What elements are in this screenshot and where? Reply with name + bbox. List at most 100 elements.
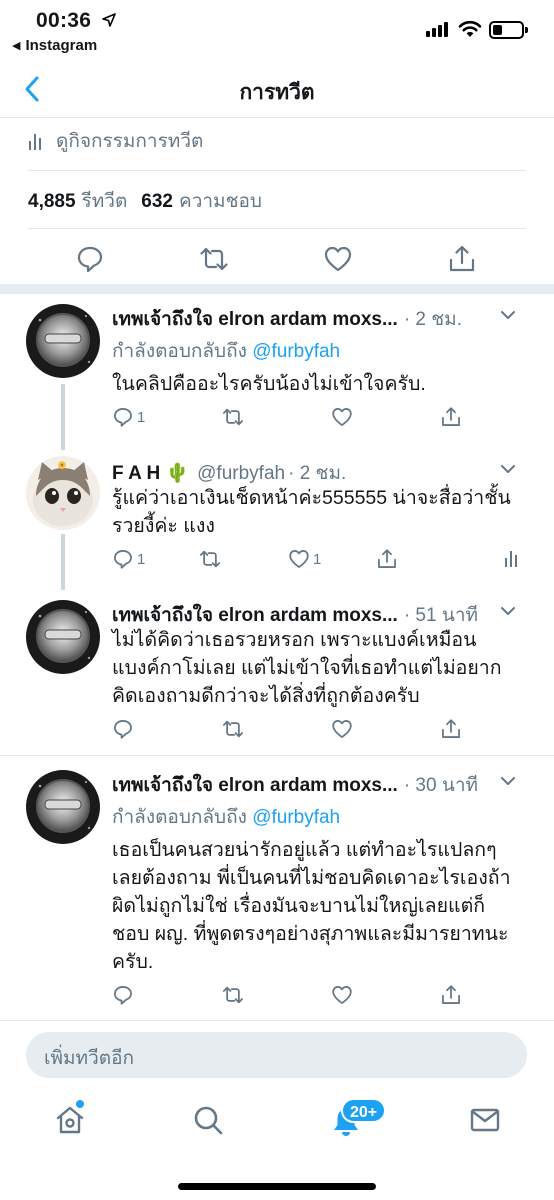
like-button[interactable]	[331, 406, 356, 428]
reply-button[interactable]	[112, 984, 134, 1006]
retweet-button[interactable]	[221, 718, 245, 740]
avatar-image	[26, 304, 100, 378]
divider	[28, 228, 526, 229]
tweet-actions	[112, 984, 542, 1010]
share-icon	[442, 985, 460, 1004]
notifications-badge: 20+	[341, 1098, 387, 1123]
author-name[interactable]: เทพเจ้าถึงใจ elron ardam moxs...	[112, 770, 398, 800]
replying-to-label: กำลังตอบกลับถึง	[112, 341, 247, 362]
status-bar: 00:36 ◀ Instagram	[0, 0, 554, 60]
retweets-label[interactable]: รีทวีต	[82, 186, 128, 216]
tweet-time: · 2 ชม.	[403, 309, 462, 330]
share-button[interactable]	[440, 984, 462, 1006]
avatar[interactable]	[26, 770, 100, 844]
reply-button[interactable]: 1	[112, 406, 145, 428]
likes-label[interactable]: ความชอบ	[179, 186, 262, 216]
divider	[28, 170, 526, 171]
reply-tweet[interactable]: เทพเจ้าถึงใจ elron ardam moxs... · 2 ชม.…	[0, 294, 554, 450]
tweet-stats: 4,885 รีทวีต 632 ความชอบ	[28, 186, 276, 216]
retweet-button[interactable]	[221, 984, 245, 1006]
author-name[interactable]: เทพเจ้าถึงใจ elron ardam moxs...	[112, 304, 398, 334]
avatar[interactable]	[26, 600, 100, 674]
like-icon	[332, 720, 352, 738]
chevron-down-icon[interactable]	[500, 310, 516, 320]
home-icon[interactable]	[54, 1104, 86, 1136]
tweet-text: เธอเป็นคนสวยน่ารักอยู่แล้ว แต่ทำอะไรแปลก…	[112, 839, 511, 973]
tweet-activity-button[interactable]	[504, 548, 518, 568]
replying-to: กำลังตอบกลับถึง @furbyfah	[112, 336, 340, 366]
avatar[interactable]	[26, 456, 100, 530]
reply-button[interactable]: 1	[112, 548, 145, 570]
status-time: 00:36	[36, 9, 92, 32]
activity-label: ดูกิจกรรมการทวีต	[56, 131, 204, 152]
like-button[interactable]: 1	[288, 548, 321, 570]
retweet-button[interactable]	[198, 548, 222, 570]
reply-icon	[114, 986, 132, 1005]
back-triangle-icon: ◀	[12, 40, 21, 52]
like-button[interactable]	[331, 984, 353, 1006]
reply-tweet[interactable]: เทพเจ้าถึงใจ elron ardam moxs... · 30 นา…	[0, 756, 554, 1020]
signal-icon	[426, 22, 448, 37]
reply-tweet[interactable]: F A H 🌵 @furbyfah · 2 ชม. รู้แค่ว่าเอาเง…	[0, 450, 554, 590]
tweet-time: · 30 นาที	[403, 775, 479, 796]
author-name[interactable]: F A H 🌵	[112, 461, 189, 485]
reply-composer-bar: เพิ่มทวีตอีก	[0, 1020, 554, 1086]
reply-icon	[114, 720, 132, 739]
share-button[interactable]	[376, 548, 398, 570]
like-button[interactable]	[331, 718, 353, 740]
share-icon	[378, 549, 396, 568]
reply-count: 1	[137, 550, 146, 568]
reply-icon[interactable]	[75, 244, 105, 274]
tweet-actions	[112, 718, 542, 744]
activity-bars-icon	[505, 551, 517, 567]
back-to-app-link[interactable]: ◀ Instagram	[12, 37, 97, 54]
reply-count: 1	[137, 408, 146, 426]
tweet-text: รู้แค่ว่าเอาเงินเช็ดหน้าค่ะ555555 น่าจะส…	[112, 487, 511, 537]
chevron-down-icon[interactable]	[500, 606, 516, 616]
tweet-activity-link[interactable]: ดูกิจกรรมการทวีต	[28, 128, 203, 154]
nav-bar: การทวีต	[0, 60, 554, 118]
messages-icon[interactable]	[469, 1104, 501, 1136]
avatar-image	[26, 456, 100, 530]
tweet-header: เทพเจ้าถึงใจ elron ardam moxs... · 2 ชม.	[112, 304, 534, 334]
avatar[interactable]	[26, 304, 100, 378]
location-arrow-icon	[102, 13, 116, 27]
reply-tweet[interactable]: เทพเจ้าถึงใจ elron ardam moxs... · 51 นา…	[0, 590, 554, 755]
tweet-header: เทพเจ้าถึงใจ elron ardam moxs... · 30 นา…	[112, 770, 534, 800]
avatar-image	[26, 770, 100, 844]
wifi-icon	[458, 20, 482, 37]
reply-icon	[114, 550, 132, 569]
search-icon[interactable]	[192, 1104, 224, 1136]
mention-link[interactable]: @furbyfah	[252, 807, 340, 828]
back-app-label: Instagram	[25, 37, 98, 54]
section-separator	[0, 284, 554, 294]
author-handle[interactable]: @furbyfah	[197, 463, 285, 485]
like-icon[interactable]	[323, 244, 353, 274]
like-icon	[332, 986, 352, 1004]
add-tweet-input[interactable]: เพิ่มทวีตอีก	[26, 1032, 527, 1078]
retweet-icon	[199, 550, 221, 568]
page-title: การทวีต	[239, 81, 315, 104]
reply-button[interactable]	[112, 718, 134, 740]
retweet-icon	[222, 408, 244, 426]
chevron-down-icon[interactable]	[500, 464, 516, 474]
share-button[interactable]	[440, 718, 462, 740]
retweets-count[interactable]: 4,885	[28, 191, 76, 213]
share-button[interactable]	[440, 406, 462, 428]
tweet-actions: 1 1	[112, 548, 542, 574]
chevron-down-icon[interactable]	[500, 776, 516, 786]
share-icon	[442, 719, 460, 738]
reply-icon	[114, 408, 132, 427]
share-icon[interactable]	[447, 244, 477, 274]
replying-to-label: กำลังตอบกลับถึง	[112, 807, 247, 828]
mention-link[interactable]: @furbyfah	[252, 341, 340, 362]
main-tweet-actions	[0, 240, 554, 280]
likes-count[interactable]: 632	[141, 191, 173, 213]
retweet-icon[interactable]	[199, 244, 229, 274]
retweet-button[interactable]	[221, 406, 245, 428]
activity-bars-icon	[29, 134, 41, 150]
home-new-dot	[76, 1100, 84, 1108]
tweet-text: ไม่ได้คิดว่าเธอรวยหรอก เพราะแบงค์เหมือนแ…	[112, 629, 502, 707]
share-icon	[442, 407, 460, 426]
home-indicator	[178, 1183, 376, 1190]
